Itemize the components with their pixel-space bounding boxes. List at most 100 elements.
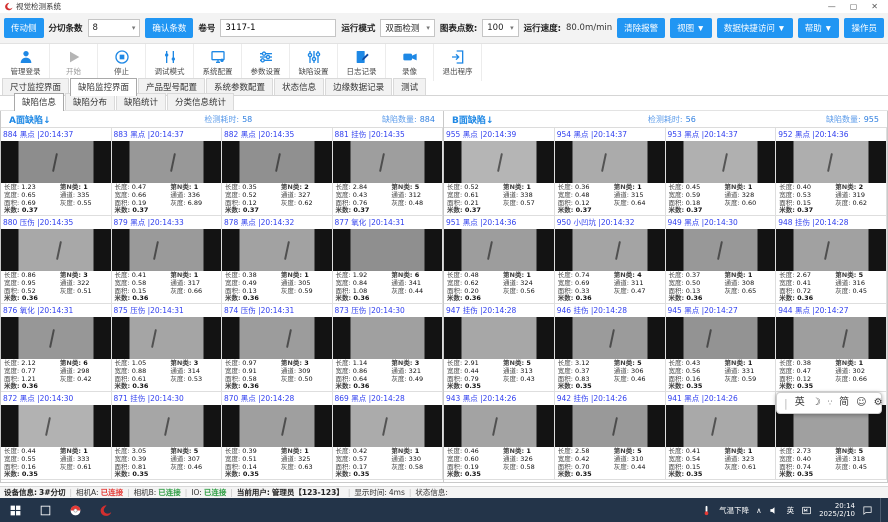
ime-toolbar[interactable]: | 英 ☽ ∵ 简 ☺ ⚙ (776, 392, 882, 414)
log-record-button[interactable]: 日志记录 (338, 44, 386, 81)
start-button[interactable] (0, 498, 30, 522)
defect-cell[interactable]: 871 挂伤 |20:14:30 长度: 3.05 宽度: 0.39 面积: 0… (112, 392, 223, 480)
gear-icon[interactable]: ⚙ (874, 393, 883, 413)
exit-program-button[interactable]: 退出程序 (434, 44, 482, 81)
clear-alarm-button[interactable]: 清除报警 (617, 18, 665, 38)
defect-meta: 长度: 0.97 宽度: 0.91 面积: 0.58 米数: 0.36 第N类:… (222, 359, 332, 391)
moon-icon[interactable]: ☽ (812, 393, 821, 413)
stop-button[interactable]: 停止 (98, 44, 146, 81)
emoji-icon[interactable]: ☺ (856, 393, 866, 413)
defect-cell[interactable]: 942 挂伤 |20:14:26 长度: 2.58 宽度: 0.42 面积: 0… (555, 392, 666, 480)
defect-cell-header: 875 压伤 |20:14:31 (112, 304, 222, 317)
defect-cell[interactable]: 953 黑点 |20:14:37 长度: 0.45 宽度: 0.59 面积: 0… (666, 128, 777, 216)
slit-count-value: 8 (93, 23, 128, 33)
data-quick-access-menu-button[interactable]: 数据快捷访问 ▼ (717, 18, 793, 38)
notification-center-icon[interactable] (862, 505, 873, 516)
ime-mode-icon[interactable] (801, 505, 812, 516)
task-view-button[interactable] (30, 498, 60, 522)
language-indicator[interactable]: 英 (787, 505, 795, 516)
defect-cell[interactable]: 883 黑点 |20:14:37 长度: 0.47 宽度: 0.66 面积: 0… (112, 128, 223, 216)
defect-cell[interactable]: 949 黑点 |20:14:30 长度: 0.37 宽度: 0.50 面积: 0… (666, 216, 777, 304)
browser-app-button[interactable] (60, 498, 90, 522)
main-tab[interactable]: 测试 (393, 78, 426, 95)
run-mode-dropdown[interactable]: 双面检测 ▾ (380, 19, 434, 37)
main-tab-bar: 尺寸监控界面 缺陷监控界面 产品型号配置 系统参数配置 状态信息 边缘数据记录 … (0, 81, 888, 96)
defect-cell[interactable]: 874 压伤 |20:14:31 长度: 0.97 宽度: 0.91 面积: 0… (222, 304, 333, 392)
defect-cell[interactable]: 882 黑点 |20:14:35 长度: 0.35 宽度: 0.52 面积: 0… (222, 128, 333, 216)
defect-cell[interactable]: 881 挂伤 |20:14:35 长度: 2.84 宽度: 0.43 面积: 0… (333, 128, 444, 216)
defect-cell[interactable]: 943 黑点 |20:14:26 长度: 0.46 宽度: 0.60 面积: 0… (444, 392, 555, 480)
ime-simplified-toggle[interactable]: 简 (839, 393, 849, 413)
show-desktop-button[interactable] (880, 498, 884, 522)
start-button[interactable]: 开始 (50, 44, 98, 81)
defect-cell[interactable]: 945 黑点 |20:14:27 长度: 0.43 宽度: 0.56 面积: 0… (666, 304, 777, 392)
defect-cell[interactable]: 947 挂伤 |20:14:28 长度: 2.91 宽度: 0.44 面积: 0… (444, 304, 555, 392)
tab-label: 状态信息 (282, 83, 316, 93)
defect-cell[interactable]: 870 黑点 |20:14:28 长度: 0.39 宽度: 0.51 面积: 0… (222, 392, 333, 480)
defect-cell[interactable]: 869 黑点 |20:14:28 长度: 0.42 宽度: 0.57 面积: 0… (333, 392, 444, 480)
defect-cell[interactable]: 955 黑点 |20:14:39 长度: 0.52 宽度: 0.61 面积: 0… (444, 128, 555, 216)
run-mode-value: 双面检测 (385, 22, 422, 34)
slit-count-label: 分切条数 (49, 22, 83, 34)
help-menu-button[interactable]: 帮助 ▼ (798, 18, 840, 38)
video-record-button[interactable]: 录像 (386, 44, 434, 81)
close-icon[interactable]: ✕ (871, 0, 878, 13)
drive-side-button[interactable]: 传动侧 (4, 18, 44, 38)
weather-text[interactable]: 气温下降 (719, 505, 749, 516)
defect-meta: 长度: 0.41 宽度: 0.58 面积: 0.15 米数: 0.36 第N类:… (112, 271, 222, 303)
defect-cell[interactable]: 944 黑点 |20:14:27 长度: 0.38 宽度: 0.47 面积: 0… (776, 304, 887, 392)
defect-cell-header: 946 挂伤 |20:14:28 (555, 304, 665, 317)
user-icon (18, 49, 34, 65)
confirm-count-button[interactable]: 确认条数 (145, 18, 193, 38)
defect-cell-header: 872 黑点 |20:14:30 (1, 392, 111, 405)
clock[interactable]: 20:14 2025/2/10 (819, 502, 855, 518)
main-tab[interactable]: 缺陷监控界面 (70, 78, 137, 96)
defect-cell[interactable]: 954 黑点 |20:14:37 长度: 0.36 宽度: 0.48 面积: 0… (555, 128, 666, 216)
view-menu-button[interactable]: 视图 ▼ (670, 18, 712, 38)
defect-cell-header: 874 压伤 |20:14:31 (222, 304, 332, 317)
sub-tab[interactable]: 分类信息统计 (167, 93, 234, 110)
state-info: 状态信息: (415, 487, 448, 498)
defect-cell[interactable]: 873 压伤 |20:14:30 长度: 1.14 宽度: 0.86 面积: 0… (333, 304, 444, 392)
ime-drag-handle[interactable]: | (784, 397, 788, 410)
defect-image (666, 141, 776, 183)
defect-cell[interactable]: 879 黑点 |20:14:33 长度: 0.41 宽度: 0.58 面积: 0… (112, 216, 223, 304)
main-tab[interactable]: 状态信息 (274, 78, 324, 95)
maximize-icon[interactable]: ▢ (850, 0, 858, 13)
browser-ball-icon (69, 504, 82, 517)
defect-cell[interactable]: 880 压伤 |20:14:35 长度: 0.86 宽度: 0.95 面积: 0… (1, 216, 112, 304)
defect-cell[interactable]: 948 挂伤 |20:14:28 长度: 2.67 宽度: 0.41 面积: 0… (776, 216, 887, 304)
defect-settings-button[interactable]: 缺陷设置 (290, 44, 338, 81)
main-tab[interactable]: 边缘数据记录 (325, 78, 392, 95)
parameter-settings-button[interactable]: 参数设置 (242, 44, 290, 81)
defect-cell[interactable]: 952 黑点 |20:14:36 长度: 0.40 宽度: 0.53 面积: 0… (776, 128, 887, 216)
ime-english-toggle[interactable]: 英 (795, 393, 805, 413)
defect-cell[interactable]: 884 黑点 |20:14:37 长度: 1.23 宽度: 0.65 面积: 0… (1, 128, 112, 216)
ime-dots-icon[interactable]: ∵ (828, 393, 832, 413)
tray-expand-chevron[interactable]: ∧ (756, 506, 762, 515)
operator-button[interactable]: 操作员 (844, 18, 884, 38)
minimize-icon[interactable]: — (828, 0, 836, 13)
defect-cell[interactable]: 878 黑点 |20:14:32 长度: 0.38 宽度: 0.49 面积: 0… (222, 216, 333, 304)
camera-b-status: 相机B:已连接 (134, 487, 181, 498)
defect-cell[interactable]: 941 黑点 |20:14:26 长度: 0.41 宽度: 0.54 面积: 0… (666, 392, 777, 480)
roll-number-input[interactable] (220, 19, 336, 37)
defect-cell[interactable]: 876 氧化 |20:14:31 长度: 2.12 宽度: 0.77 面积: 1… (1, 304, 112, 392)
defect-image (444, 229, 554, 271)
defect-cell[interactable]: 875 压伤 |20:14:31 长度: 1.05 宽度: 0.88 面积: 0… (112, 304, 223, 392)
chart-points-dropdown[interactable]: 100 ▾ (482, 19, 518, 37)
slit-count-dropdown[interactable]: 8 ▾ (88, 19, 141, 37)
defect-meta: 长度: 1.92 宽度: 0.84 面积: 1.08 米数: 0.36 第N类:… (333, 271, 443, 303)
admin-login-button[interactable]: 管理登录 (2, 44, 50, 81)
defect-cell[interactable]: 877 氧化 |20:14:31 长度: 1.92 宽度: 0.84 面积: 1… (333, 216, 444, 304)
defect-cell[interactable]: 872 黑点 |20:14:30 长度: 0.44 宽度: 0.55 面积: 0… (1, 392, 112, 480)
defect-cell[interactable]: 946 挂伤 |20:14:28 长度: 3.12 宽度: 0.37 面积: 0… (555, 304, 666, 392)
vision-app-button[interactable] (90, 498, 120, 522)
volume-icon[interactable] (769, 505, 780, 516)
sub-tab[interactable]: 缺陷信息 (14, 93, 64, 111)
system-config-button[interactable]: 系统配置 (194, 44, 242, 81)
defect-cell-header: 942 挂伤 |20:14:26 (555, 392, 665, 405)
defect-cell[interactable]: 950 小凹坑 |20:14:32 长度: 0.74 宽度: 0.69 面积: … (555, 216, 666, 304)
debug-mode-button[interactable]: 调试模式 (146, 44, 194, 81)
defect-cell[interactable]: 951 黑点 |20:14:36 长度: 0.48 宽度: 0.62 面积: 0… (444, 216, 555, 304)
